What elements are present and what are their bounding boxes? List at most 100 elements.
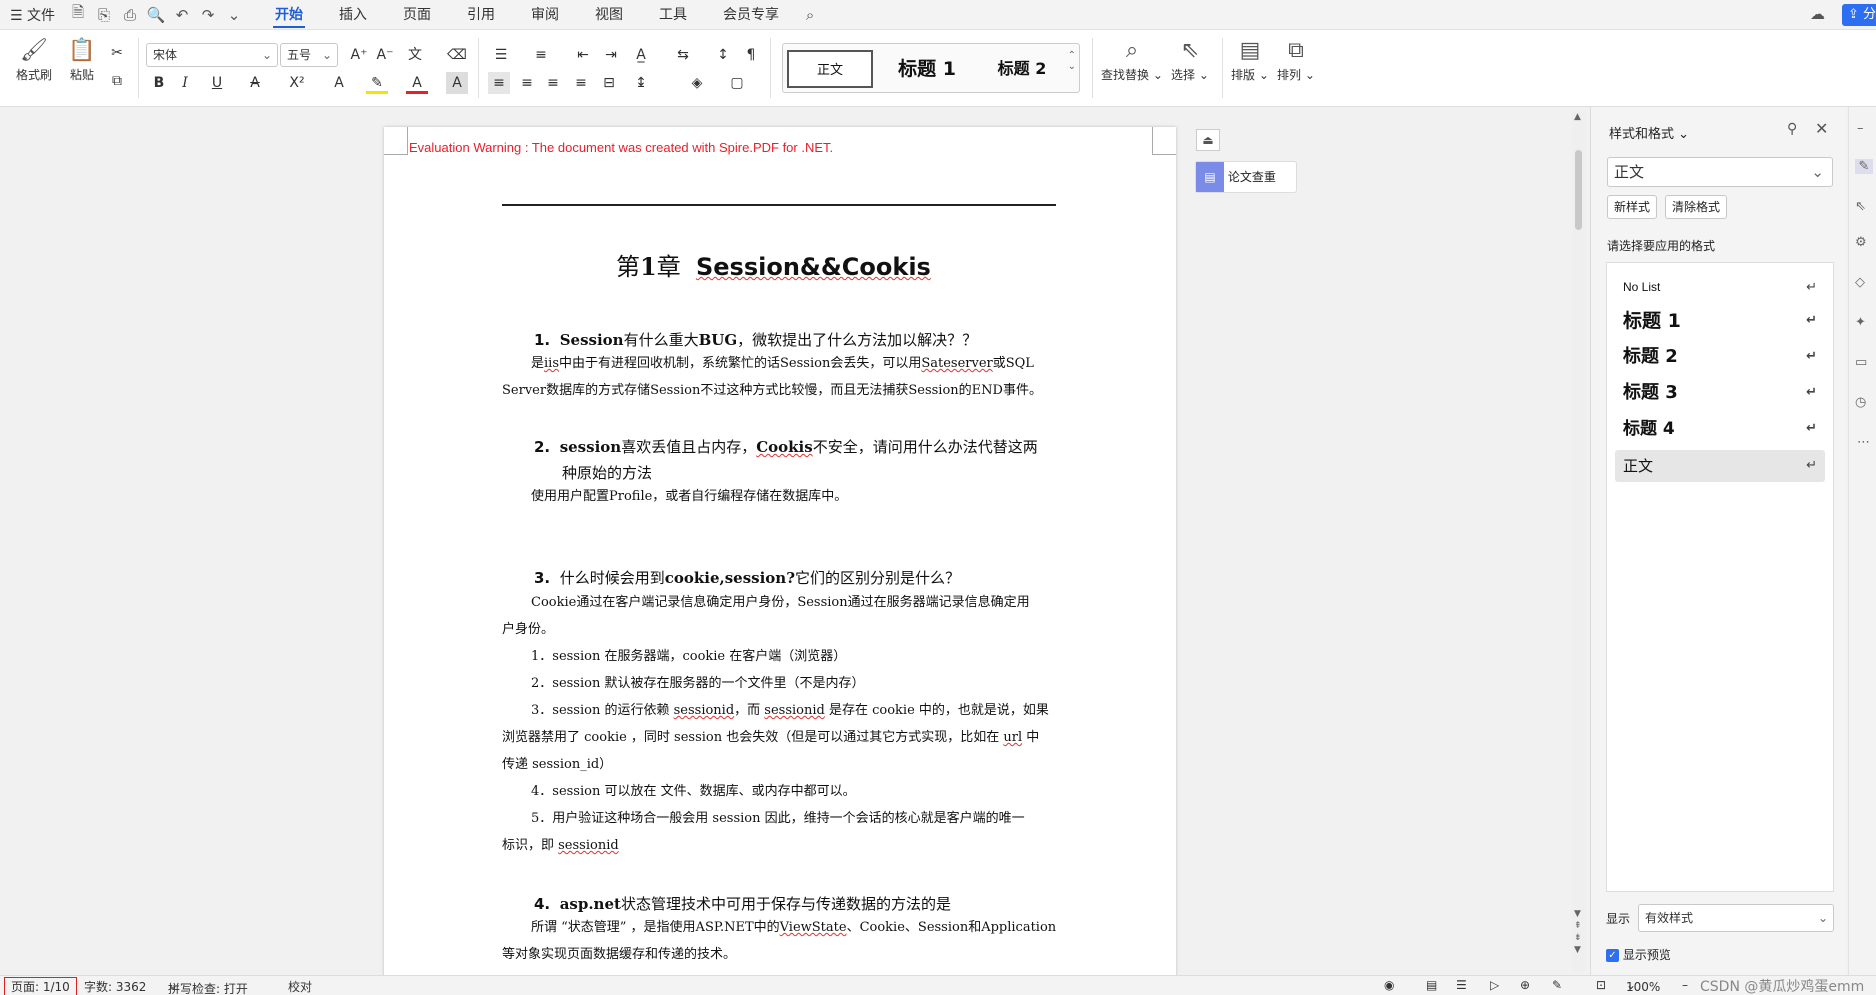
layout-button[interactable]: ▤ 排版 ⌄ <box>1228 36 1272 83</box>
select-pane-icon[interactable]: ⇖ <box>1855 199 1866 214</box>
pin-icon[interactable]: ⚲ <box>1787 121 1797 137</box>
find-replace-button[interactable]: ⌕ 查找替换 ⌄ <box>1100 36 1164 83</box>
highlight-icon[interactable]: ✎ <box>366 72 388 94</box>
more-chevron-icon[interactable]: ⌄ <box>221 6 247 24</box>
save-icon[interactable]: 🗎 <box>65 2 91 27</box>
proofread[interactable]: 校对 <box>288 978 312 995</box>
tab-page[interactable]: 页面 <box>385 0 449 30</box>
select-button[interactable]: ⇖ 选择 ⌄ <box>1168 36 1212 83</box>
border-icon[interactable]: ▢ <box>726 72 748 94</box>
decrease-indent-icon[interactable]: ⇤ <box>572 44 594 66</box>
clear-format-button[interactable]: 清除格式 <box>1665 195 1728 219</box>
tab-review[interactable]: 审阅 <box>513 0 577 30</box>
style-normal[interactable]: 正文 <box>787 50 873 88</box>
clear-format-icon[interactable]: ⌫ <box>446 44 468 66</box>
vertical-scrollbar[interactable]: ▲ ▼ ⇞ ⇟ ▼ <box>1572 112 1586 972</box>
style-item-no-list[interactable]: No List ↵ <box>1615 271 1825 303</box>
tab-references[interactable]: 引用 <box>449 0 513 30</box>
distribute-icon[interactable]: ⊟ <box>598 72 620 94</box>
paper-check-button[interactable]: ▤ 论文查重 <box>1195 161 1297 193</box>
shape-icon[interactable]: ◇ <box>1855 275 1865 290</box>
document-page[interactable]: Evaluation Warning : The document was cr… <box>384 127 1176 995</box>
tab-member[interactable]: 会员专享 <box>705 0 797 30</box>
outline-view-icon[interactable]: ☰ <box>1456 978 1467 992</box>
style-heading-2[interactable]: 标题 2 <box>979 50 1065 88</box>
export-pdf-icon[interactable]: ⎘ <box>91 6 117 24</box>
fit-icon[interactable]: ⊡ <box>1596 978 1606 992</box>
scroll-up-icon[interactable]: ▲ <box>1574 112 1581 122</box>
page-nav-icon[interactable]: ▼ ⇞ ⇟ ▼ <box>1574 908 1582 956</box>
style-item-heading-2[interactable]: 标题 2 ↵ <box>1615 341 1825 373</box>
bold-icon[interactable]: B <box>148 72 170 94</box>
arrange-button[interactable]: ⧉ 排列 ⌄ <box>1274 36 1318 83</box>
new-style-button[interactable]: 新样式 <box>1607 195 1658 219</box>
style-item-heading-3[interactable]: 标题 3 ↵ <box>1615 377 1825 409</box>
text-effect-icon[interactable]: A <box>328 72 350 94</box>
line-spacing-icon[interactable]: ↨ <box>630 72 652 94</box>
style-pane-icon[interactable]: ✎ <box>1855 159 1873 174</box>
zoom-out-icon[interactable]: – <box>1682 978 1688 992</box>
shrink-font-icon[interactable]: A⁻ <box>374 44 396 66</box>
panel-title[interactable]: 样式和格式 ⌄ <box>1609 123 1689 142</box>
cut-icon[interactable]: ✂ <box>106 42 128 64</box>
style-item-heading-4[interactable]: 标题 4 ↵ <box>1615 413 1825 445</box>
shading-icon[interactable]: ◈ <box>686 72 708 94</box>
current-style-select[interactable]: 正文 ⌄ <box>1607 157 1833 187</box>
file-menu[interactable]: ☰ 文件 <box>0 5 65 25</box>
undo-icon[interactable]: ↶ <box>169 6 195 24</box>
align-left-icon[interactable]: ≡ <box>488 72 510 94</box>
page-view-icon[interactable]: ▤ <box>1426 978 1437 992</box>
bullet-list-icon[interactable]: ☰ <box>490 44 512 66</box>
font-color-icon[interactable]: A <box>406 72 428 94</box>
paste-button[interactable]: 📋 粘贴 <box>60 36 104 83</box>
align-center-icon[interactable]: ≡ <box>516 72 538 94</box>
print-icon[interactable]: ⎙ <box>117 6 143 24</box>
web-view-icon[interactable]: ⊕ <box>1520 978 1530 992</box>
numbered-list-icon[interactable]: ≡ <box>530 44 552 66</box>
cloud-icon[interactable]: ☁ <box>1810 5 1825 23</box>
zoom-level[interactable]: 100% ⌄ <box>1626 978 1660 994</box>
gallery-scroll-icon[interactable]: ⌃ ⌄ <box>1068 50 1076 72</box>
show-preview-checkbox[interactable]: ✓ 显示预览 <box>1606 946 1671 963</box>
style-item-heading-1[interactable]: 标题 1 ↵ <box>1615 305 1825 337</box>
char-shading-icon[interactable]: A <box>446 72 468 94</box>
word-count[interactable]: 字数: 3362 <box>84 978 146 995</box>
sort-icon[interactable]: ↕ <box>712 44 734 66</box>
phonetic-icon[interactable]: 文 <box>404 44 426 66</box>
tab-view[interactable]: 视图 <box>577 0 641 30</box>
eye-icon[interactable]: ◉ <box>1384 978 1394 992</box>
format-painter-button[interactable]: 🖌 格式刷 <box>12 36 56 83</box>
redo-icon[interactable]: ↷ <box>195 6 221 24</box>
underline-icon[interactable]: U <box>206 72 228 94</box>
close-icon[interactable]: ✕ <box>1815 119 1828 138</box>
pen-icon[interactable]: ✎ <box>1552 978 1562 992</box>
copy-icon[interactable]: ⧉ <box>106 70 128 92</box>
text-direction-icon[interactable]: A̲ <box>630 44 652 66</box>
justify-icon[interactable]: ≡ <box>570 72 592 94</box>
show-marks-icon[interactable]: ¶ <box>740 44 762 66</box>
backup-icon[interactable]: ▭ <box>1855 355 1867 370</box>
convert-icon[interactable]: ⇆ <box>672 44 694 66</box>
font-size-select[interactable]: 五号 ⌄ <box>280 43 338 67</box>
tab-tools[interactable]: 工具 <box>641 0 705 30</box>
font-name-select[interactable]: 宋体 ⌄ <box>146 43 278 67</box>
tab-home[interactable]: 开始 <box>257 0 321 30</box>
style-heading-1[interactable]: 标题 1 <box>879 50 975 88</box>
align-right-icon[interactable]: ≡ <box>542 72 564 94</box>
tab-insert[interactable]: 插入 <box>321 0 385 30</box>
share-button[interactable]: ⇪ 分 <box>1842 4 1876 26</box>
increase-indent-icon[interactable]: ⇥ <box>600 44 622 66</box>
collapse-icon[interactable]: ⏏ <box>1196 129 1220 151</box>
property-icon[interactable]: ⚙ <box>1855 235 1867 250</box>
play-icon[interactable]: ▷ <box>1490 978 1499 992</box>
grow-font-icon[interactable]: A⁺ <box>348 44 370 66</box>
tools-icon[interactable]: ✦ <box>1855 315 1866 330</box>
show-filter-select[interactable]: 有效样式 ⌄ <box>1638 904 1834 932</box>
minus-icon[interactable]: – <box>1857 121 1864 136</box>
scrollbar-thumb[interactable] <box>1575 150 1582 230</box>
search-icon[interactable]: ⌕ <box>797 6 823 24</box>
print-preview-icon[interactable]: 🔍 <box>143 6 169 24</box>
italic-icon[interactable]: I <box>174 72 196 94</box>
history-icon[interactable]: ◷ <box>1855 395 1866 410</box>
page-indicator[interactable]: 页面: 1/10 <box>4 977 77 995</box>
